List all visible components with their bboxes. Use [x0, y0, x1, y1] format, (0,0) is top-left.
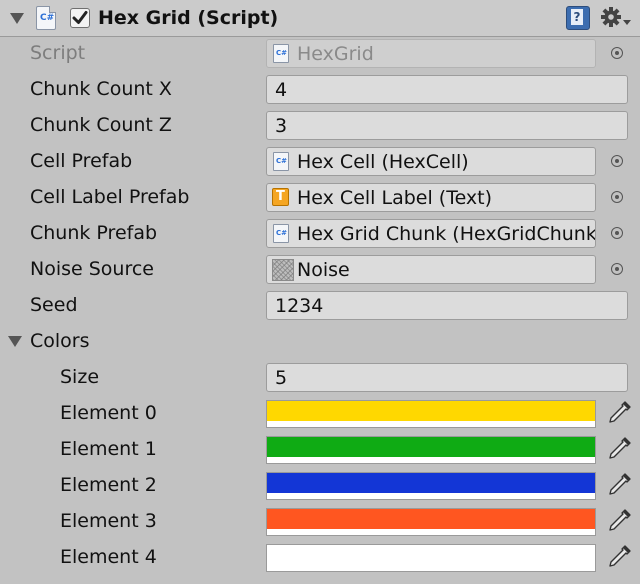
eyedropper-icon[interactable]: [604, 542, 634, 572]
script-value: HexGrid: [297, 43, 374, 65]
csharp-script-icon: C#: [273, 152, 289, 171]
component-header: C# Hex Grid (Script) ?: [0, 0, 640, 37]
color-swatch: [267, 545, 595, 565]
alpha-bar: [267, 567, 595, 571]
colors-size-label: Size: [60, 366, 100, 388]
colors-foldout-arrow-icon[interactable]: [8, 336, 22, 347]
color-element-row: Element 1: [0, 432, 640, 468]
cell-label-prefab-label: Cell Label Prefab: [30, 186, 190, 208]
checkmark-icon: [72, 11, 88, 24]
seed-input[interactable]: 1234: [266, 291, 628, 320]
alpha-bar: [267, 459, 595, 463]
eyedropper-icon[interactable]: [604, 398, 634, 428]
color-element-label: Element 0: [60, 402, 157, 424]
cell-prefab-field[interactable]: C# Hex Cell (HexCell): [266, 147, 596, 176]
object-picker-icon[interactable]: [610, 190, 626, 206]
color-element-label: Element 3: [60, 510, 157, 532]
noise-source-field[interactable]: Noise: [266, 255, 596, 284]
field-row-chunk-prefab: Chunk Prefab C# Hex Grid Chunk (HexGridC…: [0, 216, 640, 252]
color-element-row: Element 2: [0, 468, 640, 504]
text-component-icon: T: [272, 188, 289, 206]
eyedropper-icon[interactable]: [604, 470, 634, 500]
script-label: Script: [30, 42, 86, 64]
color-field-element-2[interactable]: [266, 472, 596, 500]
object-picker-icon[interactable]: [610, 154, 626, 170]
color-swatch: [267, 509, 595, 529]
seed-value: 1234: [275, 295, 324, 317]
field-row-cell-prefab: Cell Prefab C# Hex Cell (HexCell): [0, 144, 640, 180]
eyedropper-icon[interactable]: [604, 434, 634, 464]
component-foldout-arrow-icon[interactable]: [10, 13, 24, 24]
texture-thumbnail-icon: [272, 259, 294, 281]
colors-size-input[interactable]: 5: [266, 363, 628, 392]
color-field-element-1[interactable]: [266, 436, 596, 464]
cell-label-prefab-field[interactable]: T Hex Cell Label (Text): [266, 183, 596, 212]
colors-foldout[interactable]: Colors: [0, 324, 640, 360]
field-row-colors-size: Size 5: [0, 360, 640, 396]
chunk-count-x-value: 4: [275, 79, 288, 101]
alpha-bar: [267, 495, 595, 499]
object-picker-icon[interactable]: [610, 226, 626, 242]
gear-icon[interactable]: [600, 6, 632, 30]
color-element-row: Element 0: [0, 396, 640, 432]
object-picker-icon[interactable]: [610, 262, 626, 278]
eyedropper-icon[interactable]: [604, 506, 634, 536]
chunk-prefab-value: Hex Grid Chunk (HexGridChunk): [297, 223, 596, 245]
colors-size-value: 5: [275, 367, 288, 389]
cell-label-prefab-value: Hex Cell Label (Text): [297, 187, 493, 209]
alpha-bar: [267, 531, 595, 535]
object-picker-icon: [610, 46, 626, 62]
help-book-icon[interactable]: ?: [566, 6, 590, 30]
chunk-count-x-label: Chunk Count X: [30, 78, 172, 100]
field-row-chunk-count-x: Chunk Count X 4: [0, 72, 640, 108]
color-element-label: Element 1: [60, 438, 157, 460]
color-swatch: [267, 437, 595, 457]
cell-prefab-label: Cell Prefab: [30, 150, 133, 172]
alpha-bar: [267, 423, 595, 427]
csharp-script-icon: C#: [273, 44, 289, 63]
component-title: Hex Grid (Script): [98, 7, 279, 29]
chunk-count-x-input[interactable]: 4: [266, 75, 628, 104]
color-element-row: Element 3: [0, 504, 640, 540]
field-row-noise-source: Noise Source Noise: [0, 252, 640, 288]
chunk-count-z-value: 3: [275, 115, 288, 137]
csharp-script-icon: C#: [273, 224, 289, 243]
color-field-element-3[interactable]: [266, 508, 596, 536]
field-row-chunk-count-z: Chunk Count Z 3: [0, 108, 640, 144]
color-element-label: Element 4: [60, 546, 157, 568]
color-swatch: [267, 401, 595, 421]
color-element-label: Element 2: [60, 474, 157, 496]
script-field: C# HexGrid: [266, 39, 596, 68]
field-row-seed: Seed 1234: [0, 288, 640, 324]
color-swatch: [267, 473, 595, 493]
noise-source-value: Noise: [297, 259, 350, 281]
noise-source-label: Noise Source: [30, 258, 155, 280]
seed-label: Seed: [30, 294, 78, 316]
chunk-prefab-label: Chunk Prefab: [30, 222, 158, 244]
colors-label: Colors: [30, 330, 90, 352]
chunk-count-z-label: Chunk Count Z: [30, 114, 172, 136]
field-row-script: Script C# HexGrid: [0, 36, 640, 72]
chunk-count-z-input[interactable]: 3: [266, 111, 628, 140]
field-row-cell-label-prefab: Cell Label Prefab T Hex Cell Label (Text…: [0, 180, 640, 216]
csharp-script-icon: C#: [36, 6, 56, 30]
component-enabled-checkbox[interactable]: [70, 8, 90, 28]
cell-prefab-value: Hex Cell (HexCell): [297, 151, 469, 173]
chunk-prefab-field[interactable]: C# Hex Grid Chunk (HexGridChunk): [266, 219, 596, 248]
color-field-element-4[interactable]: [266, 544, 596, 572]
color-field-element-0[interactable]: [266, 400, 596, 428]
color-element-row: Element 4: [0, 540, 640, 576]
